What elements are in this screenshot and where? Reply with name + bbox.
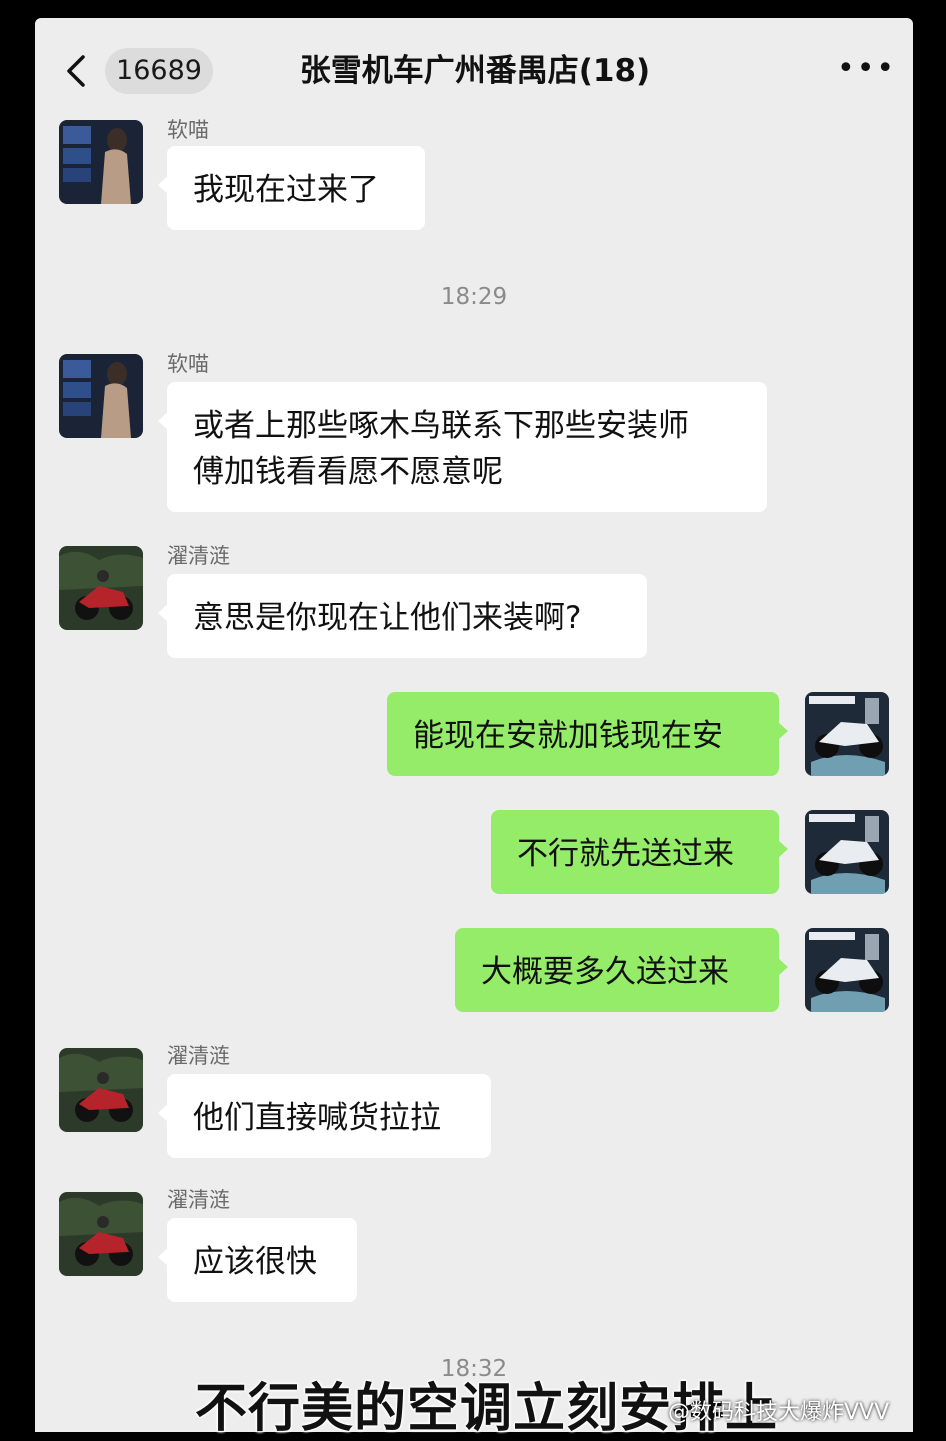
message-bubble[interactable]: 大概要多久送过来 (455, 928, 788, 1012)
chat-title: 张雪机车广州番禺店(18) (299, 53, 651, 89)
back-chevron-icon[interactable] (65, 54, 87, 88)
avatar[interactable] (805, 928, 889, 1012)
unread-count-badge[interactable]: 16689 (105, 48, 213, 94)
message-text: 能现在安就加钱现在安 (413, 718, 723, 754)
message-text: 我现在过来了 (193, 172, 379, 208)
avatar[interactable] (59, 354, 143, 438)
message-bubble[interactable]: 他们直接喊货拉拉 (158, 1074, 491, 1158)
watermark: @数码科技大爆炸VVV (668, 1400, 890, 1425)
sender-name: 软喵 (167, 352, 209, 376)
avatar[interactable] (59, 546, 143, 630)
message-bubble[interactable]: 能现在安就加钱现在安 (387, 692, 788, 776)
message-text-line: 傅加钱看看愿不愿意呢 (193, 454, 503, 490)
timestamp: 18:29 (440, 284, 508, 310)
sender-name: 濯清涟 (167, 1044, 230, 1068)
message-text: 不行就先送过来 (517, 836, 734, 872)
message-bubble[interactable]: 我现在过来了 (158, 146, 425, 230)
chat-screen: 16689 张雪机车广州番禺店(18) ••• 软喵 我现在过来了 18:29 (35, 18, 913, 1432)
avatar[interactable] (59, 1192, 143, 1276)
message-bubble[interactable]: 应该很快 (158, 1218, 357, 1302)
message-bubble[interactable]: 不行就先送过来 (491, 810, 788, 894)
chat-header: 16689 张雪机车广州番禺店(18) ••• (35, 18, 913, 118)
sender-name: 濯清涟 (167, 1188, 230, 1212)
avatar[interactable] (59, 1048, 143, 1132)
avatar[interactable] (805, 692, 889, 776)
message-text-line: 或者上那些啄木鸟联系下那些安装师 (193, 408, 689, 444)
avatar[interactable] (59, 120, 143, 204)
more-icon[interactable]: ••• (837, 54, 894, 84)
message-text: 他们直接喊货拉拉 (193, 1100, 441, 1136)
message-text: 应该很快 (193, 1244, 317, 1280)
sender-name: 软喵 (167, 118, 209, 142)
message-text: 意思是你现在让他们来装啊? (193, 600, 582, 636)
message-bubble[interactable]: 意思是你现在让他们来装啊? (158, 574, 647, 658)
avatar[interactable] (805, 810, 889, 894)
sender-name: 濯清涟 (167, 544, 230, 568)
message-text: 大概要多久送过来 (481, 954, 729, 990)
message-bubble[interactable]: 或者上那些啄木鸟联系下那些安装师 傅加钱看看愿不愿意呢 (158, 382, 767, 512)
